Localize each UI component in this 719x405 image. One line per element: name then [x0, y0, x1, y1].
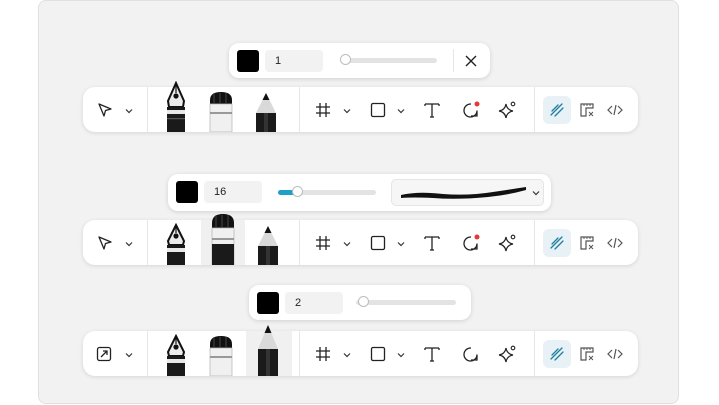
chevron-down-icon[interactable]: [343, 351, 351, 359]
ink-to-shape-icon[interactable]: [547, 100, 567, 120]
toolbar-2: [83, 214, 638, 265]
grid-icon[interactable]: [313, 100, 333, 120]
sparkle-ai-icon[interactable]: [498, 344, 518, 364]
stroke-size-slider[interactable]: [278, 186, 376, 197]
divider: [147, 220, 148, 265]
divider: [147, 87, 148, 132]
code-icon[interactable]: [605, 344, 625, 364]
rectangle-icon[interactable]: [368, 100, 388, 120]
ruler-icon[interactable]: [577, 100, 597, 120]
chevron-down-icon[interactable]: [397, 351, 405, 359]
slider-thumb[interactable]: [340, 54, 351, 65]
slider-thumb[interactable]: [292, 186, 303, 197]
code-icon[interactable]: [605, 100, 625, 120]
pointer-arrow-icon[interactable]: [95, 100, 115, 120]
divider: [299, 220, 300, 265]
text-icon[interactable]: [422, 233, 442, 253]
text-icon[interactable]: [422, 100, 442, 120]
chevron-down-icon[interactable]: [397, 240, 405, 248]
divider: [147, 331, 148, 376]
lasso-icon[interactable]: [460, 344, 482, 364]
pencil-tool[interactable]: [253, 93, 279, 132]
stroke-popup-2: 16: [168, 174, 551, 211]
brush-tool[interactable]: [206, 92, 236, 132]
ruler-icon[interactable]: [577, 233, 597, 253]
color-swatch[interactable]: [237, 50, 259, 72]
chevron-down-icon[interactable]: [397, 107, 405, 115]
stroke-size-input[interactable]: 1: [265, 50, 323, 72]
rectangle-icon[interactable]: [368, 233, 388, 253]
chevron-down-icon[interactable]: [125, 240, 133, 248]
pencil-tool[interactable]: [255, 226, 281, 265]
stroke-size-input[interactable]: 2: [285, 292, 343, 314]
brush-tool[interactable]: [208, 214, 238, 265]
color-swatch[interactable]: [176, 181, 198, 203]
fountain-pen-tool[interactable]: [161, 81, 191, 132]
divider: [534, 331, 535, 376]
ruler-icon[interactable]: [577, 344, 597, 364]
chevron-down-icon[interactable]: [125, 351, 133, 359]
divider: [534, 87, 535, 132]
divider: [299, 87, 300, 132]
divider: [299, 331, 300, 376]
stroke-popup-3: 2: [249, 285, 471, 320]
ink-to-shape-icon[interactable]: [547, 344, 567, 364]
stroke-size-slider[interactable]: [356, 296, 456, 307]
pointer-arrow-icon[interactable]: [95, 233, 115, 253]
stroke-size-slider[interactable]: [340, 54, 437, 65]
pencil-tool[interactable]: [255, 325, 281, 376]
ink-to-shape-icon[interactable]: [547, 233, 567, 253]
stroke-popup-1: 1: [229, 43, 490, 78]
slider-thumb[interactable]: [358, 296, 369, 307]
chevron-down-icon[interactable]: [343, 107, 351, 115]
toolbar-3: [83, 325, 638, 376]
divider: [453, 49, 454, 72]
lasso-icon[interactable]: [460, 233, 482, 253]
chevron-down-icon[interactable]: [343, 240, 351, 248]
grid-icon[interactable]: [313, 233, 333, 253]
chevron-down-icon[interactable]: [125, 107, 133, 115]
brush-preview-dropdown[interactable]: [391, 179, 544, 206]
close-icon[interactable]: [462, 52, 480, 70]
brush-tool[interactable]: [206, 336, 236, 376]
sparkle-ai-icon[interactable]: [498, 233, 518, 253]
lasso-icon[interactable]: [460, 100, 482, 120]
sparkle-ai-icon[interactable]: [498, 100, 518, 120]
chevron-down-icon[interactable]: [532, 189, 540, 197]
grid-icon[interactable]: [313, 344, 333, 364]
rectangle-icon[interactable]: [368, 344, 388, 364]
text-icon[interactable]: [422, 344, 442, 364]
toolbar-1: [83, 81, 638, 132]
fountain-pen-tool[interactable]: [161, 223, 191, 265]
fountain-pen-tool[interactable]: [161, 334, 191, 376]
expand-to-front-icon[interactable]: [94, 344, 114, 364]
brush-stroke-preview: [401, 187, 526, 199]
divider: [534, 220, 535, 265]
color-swatch[interactable]: [257, 292, 279, 314]
stroke-size-input[interactable]: 16: [204, 181, 262, 203]
code-icon[interactable]: [605, 233, 625, 253]
